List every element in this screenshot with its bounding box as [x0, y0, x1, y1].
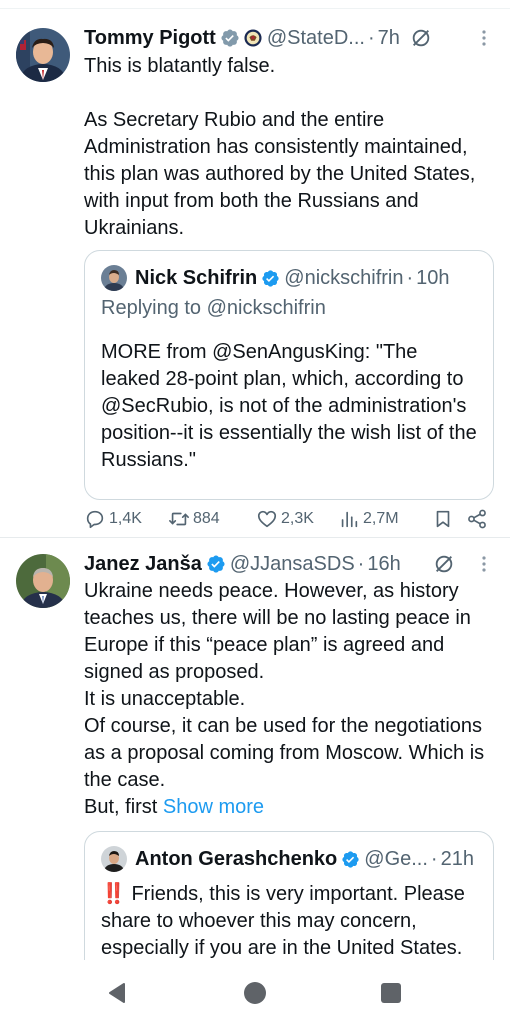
tweet[interactable]: Janez Janša @JJansaSDS · 16h Ukraine nee… — [0, 538, 510, 960]
recent-apps-icon[interactable] — [378, 980, 404, 1006]
replying-to: Replying to @nickschifrin — [101, 297, 326, 319]
repost-button[interactable]: 884 — [168, 508, 256, 530]
show-more-link[interactable]: Show more — [163, 796, 264, 818]
tweet[interactable]: Tommy Pigott @StateD... · 7h This is bla… — [0, 10, 510, 538]
verified-badge-icon — [342, 850, 359, 868]
state-department-seal-icon — [244, 29, 262, 47]
like-button[interactable]: 2,3K — [256, 508, 338, 530]
separator: · — [406, 266, 414, 289]
reply-button[interactable]: 1,4K — [84, 508, 168, 530]
share-button[interactable] — [466, 508, 488, 530]
timestamp: 21h — [440, 847, 474, 870]
avatar — [101, 265, 127, 291]
repost-count: 884 — [193, 510, 220, 527]
quoted-tweet-text: MORE from @SenAngusKing: "The leaked 28-… — [101, 341, 483, 471]
avatar — [101, 846, 127, 872]
tweet-text: This is blatantly false. As Secretary Ru… — [84, 55, 476, 239]
separator: · — [357, 552, 365, 575]
view-count: 2,7M — [363, 510, 399, 527]
timestamp[interactable]: 16h — [367, 553, 400, 576]
home-icon[interactable] — [242, 980, 268, 1006]
quoted-tweet-header: Anton Gerashchenko @Ge... · 21h — [135, 844, 481, 874]
author-handle[interactable]: @JJansaSDS — [230, 553, 355, 576]
tweet-text-body: Ukraine needs peace. However, as history… — [84, 580, 485, 818]
grok-icon[interactable] — [433, 553, 455, 575]
quoted-tweet[interactable]: Nick Schifrin @nickschifrin · 10h Replyi… — [84, 250, 494, 500]
tweet-header: Tommy Pigott @StateD... · 7h — [84, 23, 494, 53]
verified-badge-icon — [262, 269, 279, 287]
like-count: 2,3K — [281, 510, 314, 527]
separator: · — [430, 847, 438, 870]
bookmark-icon — [436, 510, 450, 528]
share-icon — [468, 509, 486, 529]
timestamp: 10h — [416, 266, 450, 289]
tweet-header: Janez Janša @JJansaSDS · 16h — [84, 549, 494, 579]
tweet-actions: 1,4K 884 2,3K 2,7M — [84, 504, 496, 534]
more-options-icon[interactable] — [474, 28, 494, 48]
system-navigation-bar — [0, 960, 510, 1024]
grok-icon[interactable] — [410, 27, 432, 49]
quoted-tweet[interactable]: Anton Gerashchenko @Ge... · 21h ‼️ Frien… — [84, 831, 494, 960]
verified-badge-icon — [221, 29, 239, 47]
author-name[interactable]: Tommy Pigott — [84, 27, 216, 50]
separator: · — [367, 26, 375, 49]
avatar[interactable] — [16, 554, 70, 608]
more-options-icon[interactable] — [474, 554, 494, 574]
verified-badge-icon — [207, 555, 225, 573]
bookmark-button[interactable] — [432, 508, 466, 530]
views-icon — [341, 511, 358, 528]
reply-count: 1,4K — [109, 510, 142, 527]
timeline: Tommy Pigott @StateD... · 7h This is bla… — [0, 0, 510, 960]
timestamp[interactable]: 7h — [378, 27, 400, 50]
author-handle: @nickschifrin — [284, 266, 404, 289]
reply-icon — [86, 510, 104, 529]
avatar[interactable] — [16, 28, 70, 82]
author-name: Nick Schifrin — [135, 266, 258, 289]
divider — [0, 8, 510, 9]
author-name: Anton Gerashchenko — [135, 847, 338, 870]
quoted-tweet-header: Nick Schifrin @nickschifrin · 10h — [135, 263, 481, 293]
quoted-tweet-text: ‼️ Friends, this is very important. Plea… — [101, 883, 471, 959]
author-name[interactable]: Janez Janša — [84, 553, 202, 576]
tweet-text: Ukraine needs peace. However, as history… — [84, 578, 492, 821]
author-handle[interactable]: @StateD... — [267, 27, 365, 50]
heart-icon — [257, 510, 277, 528]
views-button[interactable]: 2,7M — [338, 508, 432, 530]
repost-icon — [169, 512, 189, 526]
author-handle: @Ge... — [364, 847, 428, 870]
back-icon[interactable] — [105, 980, 131, 1006]
